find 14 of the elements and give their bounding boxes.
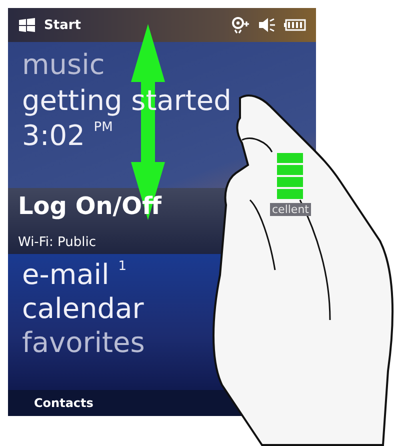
connectivity-icon[interactable] — [230, 16, 250, 34]
menu-item[interactable]: music — [22, 48, 105, 82]
wifi-status[interactable]: Wi-Fi: Public — [18, 234, 96, 250]
clock-time: 3:02 $^{PM}$ — [22, 119, 113, 153]
windows-logo-icon[interactable] — [18, 17, 36, 33]
menu-item[interactable]: calendar — [22, 292, 144, 326]
start-label[interactable]: Start — [44, 18, 81, 32]
menu-item[interactable]: favorites — [22, 326, 145, 360]
menu-item[interactable]: e-mail $^{1}$ — [22, 258, 127, 292]
battery-icon[interactable] — [284, 19, 306, 31]
signal-bars-icon — [277, 153, 304, 201]
speaker-muted-icon[interactable] — [258, 17, 276, 33]
signal-quality-label: cellent — [270, 203, 311, 216]
contacts-soft-key[interactable]: Contacts — [34, 396, 94, 410]
